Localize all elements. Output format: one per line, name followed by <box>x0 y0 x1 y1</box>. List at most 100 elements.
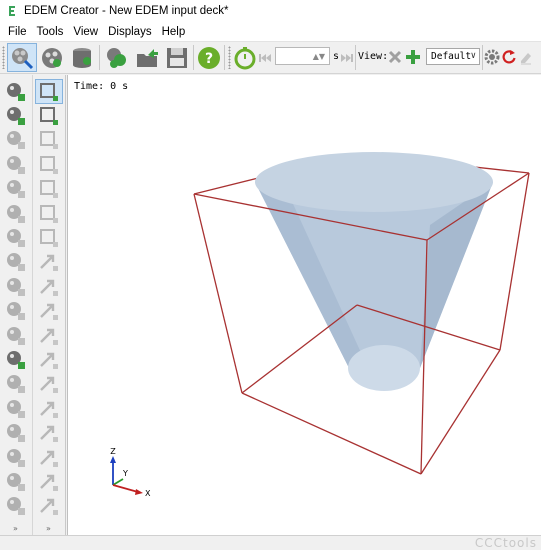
view-preset-select[interactable]: Default ∨ <box>426 48 480 65</box>
window-title: EDEM Creator - New EDEM input deck* <box>24 5 229 17</box>
3d-viewport[interactable]: Time: 0 s Z Y X <box>67 75 541 535</box>
import-box-button[interactable] <box>35 103 63 128</box>
edit-chart-button[interactable] <box>35 469 63 494</box>
export-particle-button[interactable] <box>2 250 30 275</box>
clear-particle-icon <box>7 277 25 296</box>
stopwatch-icon <box>234 46 256 69</box>
import-vector-button[interactable] <box>35 347 63 372</box>
clear-particle-button[interactable] <box>2 274 30 299</box>
edem-creator-window: EDEM Creator - New EDEM input deck* File… <box>0 0 541 550</box>
remove-particle-icon <box>7 106 25 125</box>
edit-material-button[interactable] <box>2 152 30 177</box>
copy-material-button[interactable] <box>2 177 30 202</box>
view-label: View: <box>358 51 389 62</box>
pin-vector-icon <box>40 401 58 418</box>
edem-app-icon <box>9 6 15 16</box>
delete-view-icon <box>388 50 402 64</box>
delete-view-button[interactable] <box>385 45 405 69</box>
panel-overflow-chevron-icon[interactable]: » <box>13 524 18 533</box>
menu-view[interactable]: View <box>69 26 102 38</box>
add-geometry-button[interactable] <box>2 323 30 348</box>
transform-box-icon <box>40 228 58 247</box>
export-geometry-icon <box>7 448 25 467</box>
title-bar: EDEM Creator - New EDEM input deck* <box>0 0 541 22</box>
import-box-icon <box>40 106 58 125</box>
copy-vector-icon <box>40 303 58 321</box>
delete-vector-button[interactable] <box>35 323 63 348</box>
clear-geometry-icon <box>7 472 25 491</box>
skip-forward-icon <box>341 53 353 62</box>
delete-geometry-button[interactable] <box>2 396 30 421</box>
panel-overflow-chevron-icon[interactable]: » <box>46 524 51 533</box>
add-chart-button[interactable] <box>35 445 63 470</box>
spinbox-arrows-icon[interactable]: ▲▼ <box>313 52 325 61</box>
menu-file[interactable]: File <box>4 26 31 38</box>
eraser-button[interactable] <box>517 45 535 69</box>
move-box-button[interactable] <box>35 152 63 177</box>
edit-box-button[interactable] <box>35 128 63 153</box>
edit-vector-icon <box>40 279 58 296</box>
add-view-button[interactable] <box>403 45 423 69</box>
import-particle-icon <box>7 228 25 247</box>
particles-group-icon <box>107 47 126 68</box>
export-folder-button[interactable] <box>132 43 162 72</box>
copy-box-button[interactable] <box>35 177 63 202</box>
copy-vector-button[interactable] <box>35 299 63 324</box>
add-material-button[interactable] <box>2 128 30 153</box>
skip-forward-button[interactable] <box>338 43 356 72</box>
add-vector-button[interactable] <box>35 250 63 275</box>
add-mesh-button[interactable] <box>35 421 63 446</box>
axis-y-label: Y <box>122 469 128 478</box>
add-vector-icon <box>40 255 58 272</box>
import-geometry-button[interactable] <box>2 421 30 446</box>
edit-geometry-button[interactable] <box>2 347 30 372</box>
delete-geometry-icon <box>7 399 25 418</box>
add-factory-button[interactable] <box>2 299 30 324</box>
edit-vector-button[interactable] <box>35 274 63 299</box>
edit-geometry-icon <box>7 350 25 369</box>
add-material-icon <box>7 131 25 150</box>
add-box-button[interactable] <box>35 79 63 104</box>
view-preset-value: Default <box>431 51 472 62</box>
reset-view-button[interactable] <box>500 45 518 69</box>
menu-help[interactable]: Help <box>158 26 190 38</box>
add-box-icon <box>40 82 58 101</box>
scene-canvas[interactable]: Z Y X <box>68 75 541 535</box>
toolbar-grip[interactable] <box>2 46 5 69</box>
export-vector-button[interactable] <box>35 372 63 397</box>
edit-box-icon <box>40 131 58 150</box>
export-geometry-button[interactable] <box>2 445 30 470</box>
clear-chart-button[interactable] <box>35 494 63 519</box>
particle-view-icon <box>42 47 62 68</box>
export-folder-icon <box>137 48 158 67</box>
move-box-icon <box>40 155 58 174</box>
pin-vector-button[interactable] <box>35 396 63 421</box>
clear-geometry-button[interactable] <box>2 469 30 494</box>
help-button[interactable]: ? <box>194 43 224 72</box>
menu-displays[interactable]: Displays <box>104 26 155 38</box>
add-particle-icon <box>7 82 25 101</box>
settings-gear-icon <box>484 49 500 65</box>
add-particle-button[interactable] <box>2 79 30 104</box>
transform-box-button[interactable] <box>35 225 63 250</box>
add-geometry-icon <box>7 326 25 345</box>
toolbar-separator <box>224 45 225 70</box>
delete-box-button[interactable] <box>35 201 63 226</box>
view-settings-button[interactable] <box>483 45 501 69</box>
import-particle-button[interactable] <box>2 225 30 250</box>
copy-geometry-button[interactable] <box>2 372 30 397</box>
database-button[interactable] <box>67 43 97 72</box>
export-particle-icon <box>7 253 25 272</box>
add-contact-button[interactable] <box>2 494 30 519</box>
remove-particle-button[interactable] <box>2 103 30 128</box>
menu-tools[interactable]: Tools <box>33 26 68 38</box>
skip-back-button[interactable] <box>256 43 274 72</box>
time-spinbox[interactable]: ▲▼ <box>275 47 330 65</box>
particle-view-button[interactable] <box>37 43 67 72</box>
particles-group-button[interactable] <box>102 43 132 72</box>
geometry-view-button[interactable] <box>7 43 37 72</box>
skip-back-icon <box>259 53 271 62</box>
save-button[interactable] <box>162 43 192 72</box>
add-factory-icon <box>7 302 25 321</box>
delete-material-button[interactable] <box>2 201 30 226</box>
